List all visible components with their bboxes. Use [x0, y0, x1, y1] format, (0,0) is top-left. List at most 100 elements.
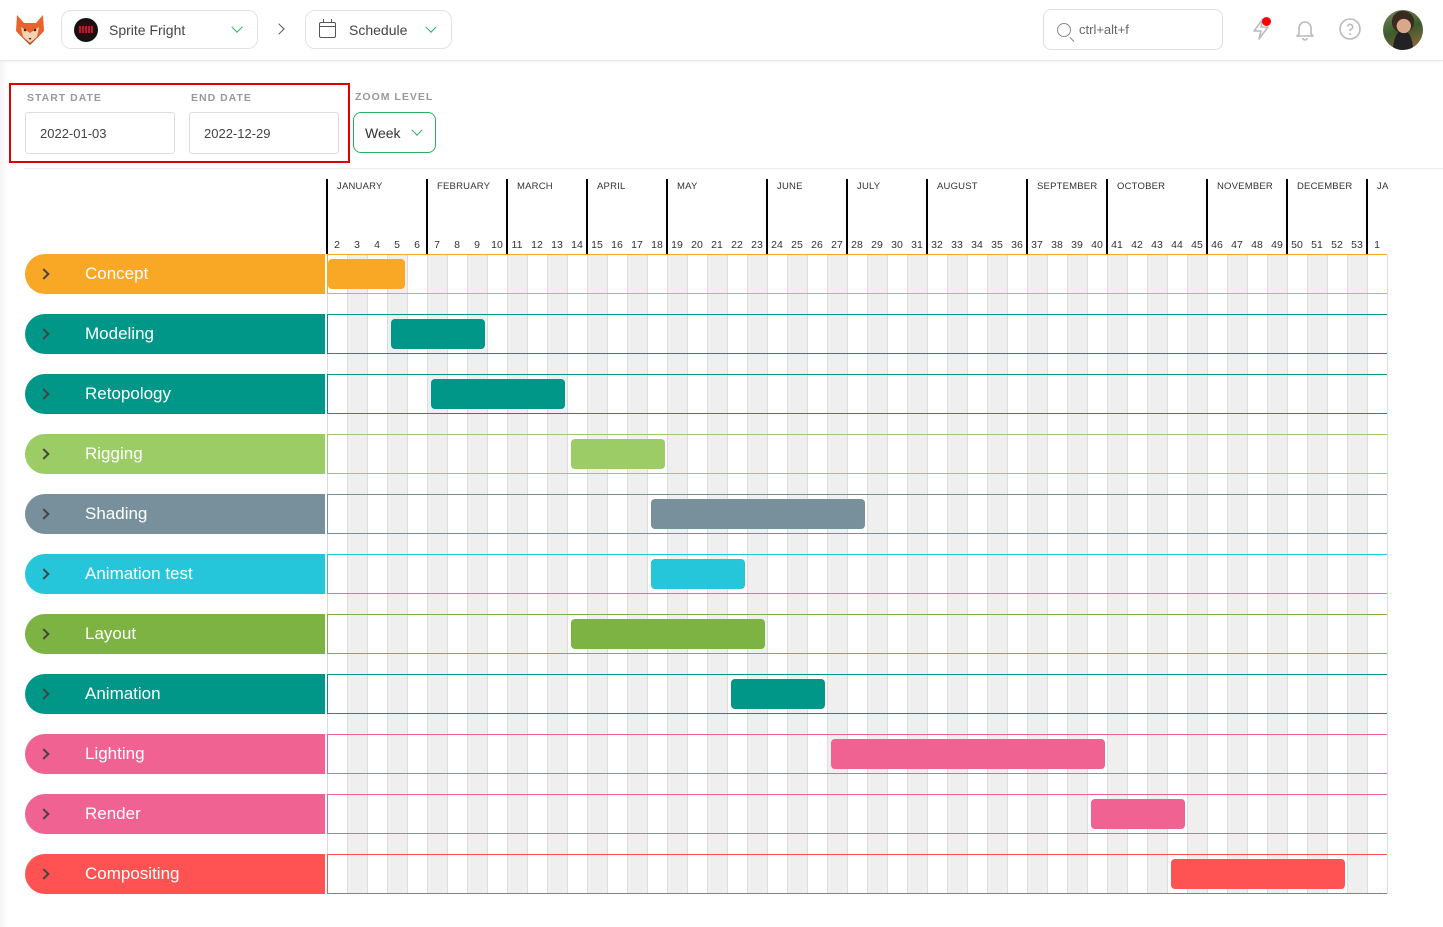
week-label: 33 [951, 239, 963, 251]
breadcrumb-chevron-right-icon [273, 23, 285, 35]
expand-chevron-icon[interactable] [38, 328, 50, 340]
expand-chevron-icon[interactable] [38, 868, 50, 880]
task-row-frame [327, 674, 1387, 714]
task-type-row-label[interactable]: Compositing [25, 854, 325, 894]
week-label: 4 [374, 239, 380, 251]
task-type-name: Concept [85, 264, 149, 283]
week-label: 15 [591, 239, 603, 251]
task-type-row-label[interactable]: Animation [25, 674, 325, 714]
task-type-row-label[interactable]: Shading [25, 494, 325, 534]
task-schedule-bar[interactable] [571, 619, 765, 649]
task-schedule-bar[interactable] [1171, 859, 1345, 889]
expand-chevron-icon[interactable] [38, 508, 50, 520]
task-type-row-label[interactable]: Layout [25, 614, 325, 654]
week-label: 14 [571, 239, 583, 251]
task-schedule-bar[interactable] [731, 679, 825, 709]
task-schedule-bar[interactable] [431, 379, 565, 409]
global-search[interactable] [1043, 9, 1223, 50]
week-label: 1 [1374, 239, 1380, 251]
task-row-frame [327, 794, 1387, 834]
week-label: 9 [474, 239, 480, 251]
task-type-name: Layout [85, 624, 137, 643]
search-icon [1057, 22, 1071, 37]
week-label: 5 [394, 239, 400, 251]
month-label: AUGUST [937, 181, 978, 192]
month-label: SEPTEMBER [1037, 181, 1098, 192]
task-type-name: Rigging [85, 444, 143, 463]
help-icon[interactable] [1337, 16, 1363, 42]
schedule-grid: Concept Modeling Retopology Rigging Shading A… [0, 254, 1443, 894]
task-type-name: Lighting [85, 744, 145, 763]
week-label: 17 [631, 239, 643, 251]
task-schedule-bar[interactable] [651, 499, 865, 529]
task-type-name: Modeling [85, 324, 154, 343]
task-schedule-bar[interactable] [1091, 799, 1185, 829]
production-name: Sprite Fright [109, 21, 186, 38]
week-label: 25 [791, 239, 803, 251]
week-label: 50 [1291, 239, 1303, 251]
expand-chevron-icon[interactable] [38, 748, 50, 760]
task-schedule-bar[interactable] [831, 739, 1105, 769]
user-avatar[interactable] [1383, 10, 1423, 50]
week-label: 30 [891, 239, 903, 251]
task-type-row-label[interactable]: Concept [25, 254, 325, 294]
week-label: 42 [1131, 239, 1143, 251]
expand-chevron-icon[interactable] [38, 688, 50, 700]
week-label: 49 [1271, 239, 1283, 251]
week-label: 44 [1171, 239, 1183, 251]
chevron-down-icon [425, 21, 437, 33]
week-label: 48 [1251, 239, 1263, 251]
end-date-field[interactable]: 2022-12-29 [189, 112, 339, 154]
chevron-down-icon [231, 21, 243, 33]
zoom-level-select[interactable]: Week [353, 112, 436, 153]
task-schedule-bar[interactable] [391, 319, 485, 349]
expand-chevron-icon[interactable] [38, 388, 50, 400]
search-input[interactable] [1079, 22, 1209, 37]
end-date-label: END DATE [191, 92, 252, 104]
task-type-name: Compositing [85, 864, 180, 883]
filters-divider [24, 168, 1443, 169]
task-type-row-label[interactable]: Lighting [25, 734, 325, 774]
month-label: MAY [677, 181, 698, 192]
week-label: 31 [911, 239, 923, 251]
task-row-frame [327, 254, 1387, 294]
expand-chevron-icon[interactable] [38, 808, 50, 820]
bell-icon[interactable] [1292, 16, 1318, 42]
task-schedule-bar[interactable] [328, 259, 405, 289]
week-label: 2 [334, 239, 340, 251]
task-type-row-label[interactable]: Retopology [25, 374, 325, 414]
week-label: 7 [434, 239, 440, 251]
task-type-row-label[interactable]: Animation test [25, 554, 325, 594]
expand-chevron-icon[interactable] [38, 568, 50, 580]
task-type-row-label[interactable]: Rigging [25, 434, 325, 474]
expand-chevron-icon[interactable] [38, 448, 50, 460]
page-name: Schedule [349, 21, 408, 38]
week-label: 36 [1011, 239, 1023, 251]
week-label: 8 [454, 239, 460, 251]
week-label: 12 [531, 239, 543, 251]
month-label: JA [1377, 181, 1389, 192]
week-label: 39 [1071, 239, 1083, 251]
month-label: JULY [857, 181, 881, 192]
week-label: 16 [611, 239, 623, 251]
page-selector[interactable]: Schedule [305, 10, 452, 49]
start-date-field[interactable]: 2022-01-03 [25, 112, 175, 154]
task-type-row-label[interactable]: Modeling [25, 314, 325, 354]
week-label: 40 [1091, 239, 1103, 251]
task-type-name: Render [85, 804, 141, 823]
task-type-name: Shading [85, 504, 148, 523]
month-label: MARCH [517, 181, 553, 192]
kitsu-fox-logo-icon[interactable] [13, 13, 47, 47]
production-selector[interactable]: Sprite Fright [61, 10, 258, 49]
task-row-frame [327, 434, 1387, 474]
task-schedule-bar[interactable] [651, 559, 745, 589]
expand-chevron-icon[interactable] [38, 268, 50, 280]
task-schedule-bar[interactable] [571, 439, 665, 469]
week-label: 27 [831, 239, 843, 251]
week-label: 3 [354, 239, 360, 251]
zoom-level-label: ZOOM LEVEL [355, 91, 434, 103]
expand-chevron-icon[interactable] [38, 628, 50, 640]
week-label: 34 [971, 239, 983, 251]
task-type-row-label[interactable]: Render [25, 794, 325, 834]
week-label: 6 [414, 239, 420, 251]
